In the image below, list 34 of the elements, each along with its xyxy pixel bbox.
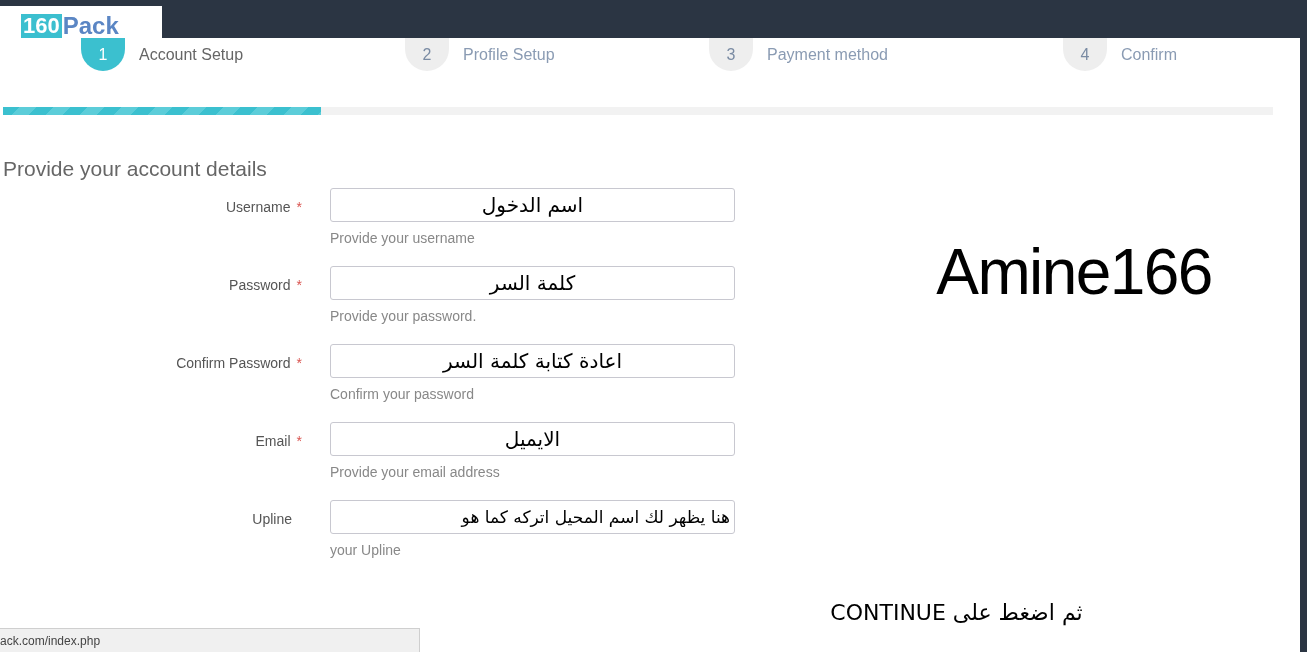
logo[interactable]: 160 Pack <box>0 6 162 38</box>
step-label[interactable]: Payment method <box>767 42 888 67</box>
required-mark: * <box>296 198 302 217</box>
help-text: Confirm your password <box>330 385 475 404</box>
required-mark: * <box>296 354 302 373</box>
help-text: your Upline <box>330 541 402 560</box>
required-mark: * <box>296 276 302 295</box>
help-text: Provide your password. <box>330 307 478 326</box>
logo-word: Pack <box>62 14 119 38</box>
text-field[interactable]: الايميل <box>330 422 735 456</box>
field-label: Email <box>255 432 291 451</box>
logo-number: 160 <box>21 14 62 38</box>
help-text: Provide your email address <box>330 463 501 482</box>
required-mark: * <box>296 432 302 451</box>
step-label[interactable]: Account Setup <box>139 42 244 67</box>
text-field[interactable]: اعادة كتابة كلمة السر <box>330 344 735 378</box>
field-label: Confirm Password <box>176 354 291 373</box>
field-label: Username <box>225 198 291 217</box>
text-field[interactable]: اسم الدخول <box>330 188 735 222</box>
status-url: ack.com/index.php <box>0 628 420 652</box>
instruction-text: ثم اضغط على CONTINUE <box>830 599 1083 628</box>
annotation-text: Amine166 <box>936 240 1212 304</box>
step-label[interactable]: Confirm <box>1121 42 1177 67</box>
step-label[interactable]: Profile Setup <box>463 42 555 67</box>
step-number[interactable]: 3 <box>709 38 753 71</box>
section-heading: Provide your account details <box>3 156 268 182</box>
help-text: Provide your username <box>330 229 476 248</box>
step-number[interactable]: 2 <box>405 38 449 71</box>
text-field[interactable]: هنا يظهر لك اسم المحيل اتركه كما هو <box>330 500 735 534</box>
step-number[interactable]: 1 <box>81 38 125 71</box>
field-label: Password <box>229 276 291 295</box>
field-label: Upline <box>252 510 293 529</box>
step-number[interactable]: 4 <box>1063 38 1107 71</box>
text-field[interactable]: كلمة السر <box>330 266 735 300</box>
